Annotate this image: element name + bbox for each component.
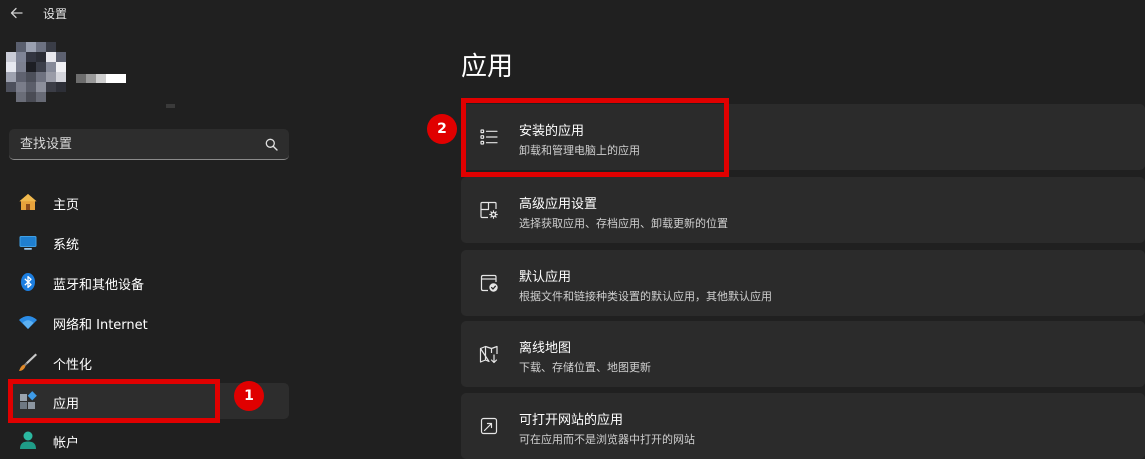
sidebar-item-label: 系统 <box>53 238 80 253</box>
card-title: 离线地图 <box>519 341 572 356</box>
card-subtitle: 根据文件和链接种类设置的默认应用，其他默认应用 <box>519 290 772 303</box>
search-input[interactable] <box>9 129 259 159</box>
sidebar-item-label: 帐户 <box>53 436 80 451</box>
page-title: 应用 <box>461 52 514 82</box>
open-website-icon <box>480 417 498 435</box>
card-title: 可打开网站的应用 <box>519 413 624 428</box>
user-name-blurred <box>76 74 126 83</box>
brush-icon <box>19 353 37 371</box>
step-badge-1: 1 <box>234 381 264 411</box>
card-subtitle: 选择获取应用、存档应用、卸载更新的位置 <box>519 217 728 230</box>
sidebar-item-system[interactable]: 系统 <box>10 224 289 260</box>
card-default-apps[interactable]: 默认应用 根据文件和链接种类设置的默认应用，其他默认应用 <box>461 250 1145 316</box>
card-apps-for-websites[interactable]: 可打开网站的应用 可在应用而不是浏览器中打开的网站 <box>461 393 1145 459</box>
highlight-box-installed-apps <box>461 98 729 177</box>
home-icon <box>19 194 37 210</box>
sidebar-item-label: 网络和 Internet <box>53 318 148 333</box>
default-apps-icon <box>480 274 498 292</box>
map-icon <box>479 345 498 364</box>
card-subtitle: 可在应用而不是浏览器中打开的网站 <box>519 433 695 446</box>
user-email-blurred <box>166 104 175 108</box>
settings-window: 设置 主页 <box>0 0 1145 459</box>
title-bar: 设置 <box>0 0 1145 28</box>
account-icon <box>20 431 36 449</box>
system-icon <box>19 236 37 250</box>
card-title: 高级应用设置 <box>519 197 598 212</box>
sidebar-item-label: 蓝牙和其他设备 <box>53 278 145 293</box>
card-offline-maps[interactable]: 离线地图 下载、存储位置、地图更新 <box>461 321 1145 387</box>
search-icon[interactable] <box>265 138 278 151</box>
sidebar-item-network[interactable]: 网络和 Internet <box>10 304 289 340</box>
app-settings-icon <box>480 201 498 219</box>
sidebar-item-personalization[interactable]: 个性化 <box>10 344 289 380</box>
sidebar-item-bluetooth[interactable]: 蓝牙和其他设备 <box>10 264 289 300</box>
card-title: 默认应用 <box>519 270 572 285</box>
sidebar-item-label: 主页 <box>53 198 80 213</box>
search-box[interactable] <box>9 129 289 160</box>
bluetooth-icon <box>21 273 35 291</box>
highlight-box-apps <box>8 379 220 423</box>
step-badge-2: 2 <box>427 114 457 144</box>
card-advanced-app-settings[interactable]: 高级应用设置 选择获取应用、存档应用、卸载更新的位置 <box>461 177 1145 243</box>
app-title: 设置 <box>43 7 68 21</box>
sidebar-item-home[interactable]: 主页 <box>10 184 289 220</box>
avatar[interactable] <box>6 42 66 102</box>
back-button[interactable] <box>6 2 28 24</box>
wifi-icon <box>19 316 37 329</box>
card-subtitle: 下载、存储位置、地图更新 <box>519 361 651 374</box>
sidebar-item-label: 个性化 <box>53 358 93 373</box>
sidebar-item-accounts[interactable]: 帐户 <box>10 422 289 458</box>
back-arrow-icon <box>10 7 23 19</box>
